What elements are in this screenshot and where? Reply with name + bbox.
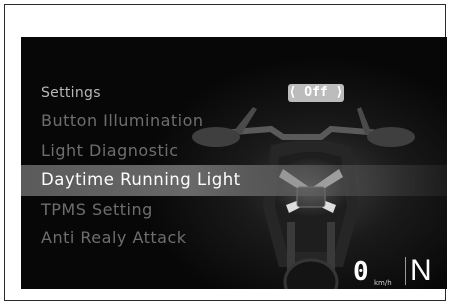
menu-header-settings: Settings	[41, 85, 101, 101]
motorcycle-image	[192, 107, 415, 289]
gear-indicator: N	[410, 254, 432, 287]
status-divider	[405, 257, 406, 285]
value-selector-off[interactable]: ⟨ Off ⟩	[288, 84, 344, 102]
menu-item-light-diagnostic[interactable]: Light Diagnostic	[41, 141, 179, 160]
speed-unit: km/h	[374, 279, 392, 287]
menu-item-daytime-running-light[interactable]: Daytime Running Light	[41, 170, 241, 189]
menu-item-button-illumination[interactable]: Button Illumination	[41, 111, 204, 130]
display-frame: Settings Button Illumination Light Diagn…	[4, 4, 447, 301]
speed-readout: 0	[353, 257, 369, 287]
dashboard-screen: Settings Button Illumination Light Diagn…	[21, 37, 447, 289]
menu-item-tpms-setting[interactable]: TPMS Setting	[41, 200, 153, 219]
menu-item-anti-realy-attack[interactable]: Anti Realy Attack	[41, 228, 187, 247]
